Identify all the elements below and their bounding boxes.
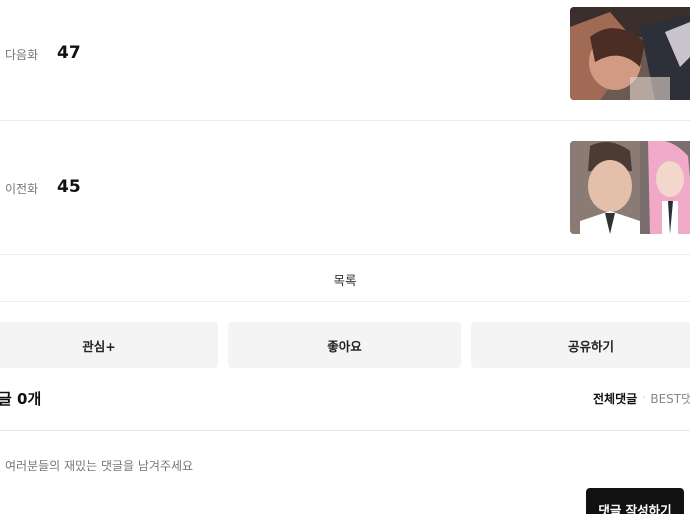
write-comment-button[interactable]: 댓글 작성하기 xyxy=(586,488,684,514)
like-button[interactable]: 좋아요 xyxy=(228,322,461,368)
next-episode-number: 47 xyxy=(57,43,81,63)
previous-episode-label: 이전화 xyxy=(5,182,39,196)
next-episode-thumbnail[interactable] xyxy=(570,7,690,100)
subscribe-button-label: 관심+ xyxy=(82,338,116,354)
previous-episode-thumbnail[interactable] xyxy=(570,141,690,234)
previous-episode-number: 45 xyxy=(57,177,81,197)
previous-episode-row[interactable]: 이전화 45 xyxy=(0,121,690,255)
tab-separator: · xyxy=(642,393,646,404)
comment-input[interactable]: 여러분들의 재밌는 댓글을 남겨주세요 xyxy=(5,457,193,474)
episode-list-link[interactable]: 목록 xyxy=(0,255,690,302)
tab-best-comments[interactable]: BEST댓 xyxy=(650,390,690,407)
comment-sort-tabs: 전체댓글 · BEST댓 xyxy=(593,390,690,407)
write-comment-button-label: 댓글 작성하기 xyxy=(598,503,672,514)
subscribe-button[interactable]: 관심+ xyxy=(0,322,218,368)
share-button[interactable]: 공유하기 xyxy=(471,322,690,368)
share-button-label: 공유하기 xyxy=(567,338,614,354)
next-episode-label: 다음화 xyxy=(5,48,39,62)
like-button-label: 좋아요 xyxy=(327,338,362,354)
next-episode-row[interactable]: 다음화 47 xyxy=(0,0,690,121)
episode-list-label: 목록 xyxy=(333,273,357,288)
comments-divider xyxy=(0,430,690,431)
tab-all-comments[interactable]: 전체댓글 xyxy=(593,390,637,407)
comments-count-title: 글 0개 xyxy=(0,390,42,408)
